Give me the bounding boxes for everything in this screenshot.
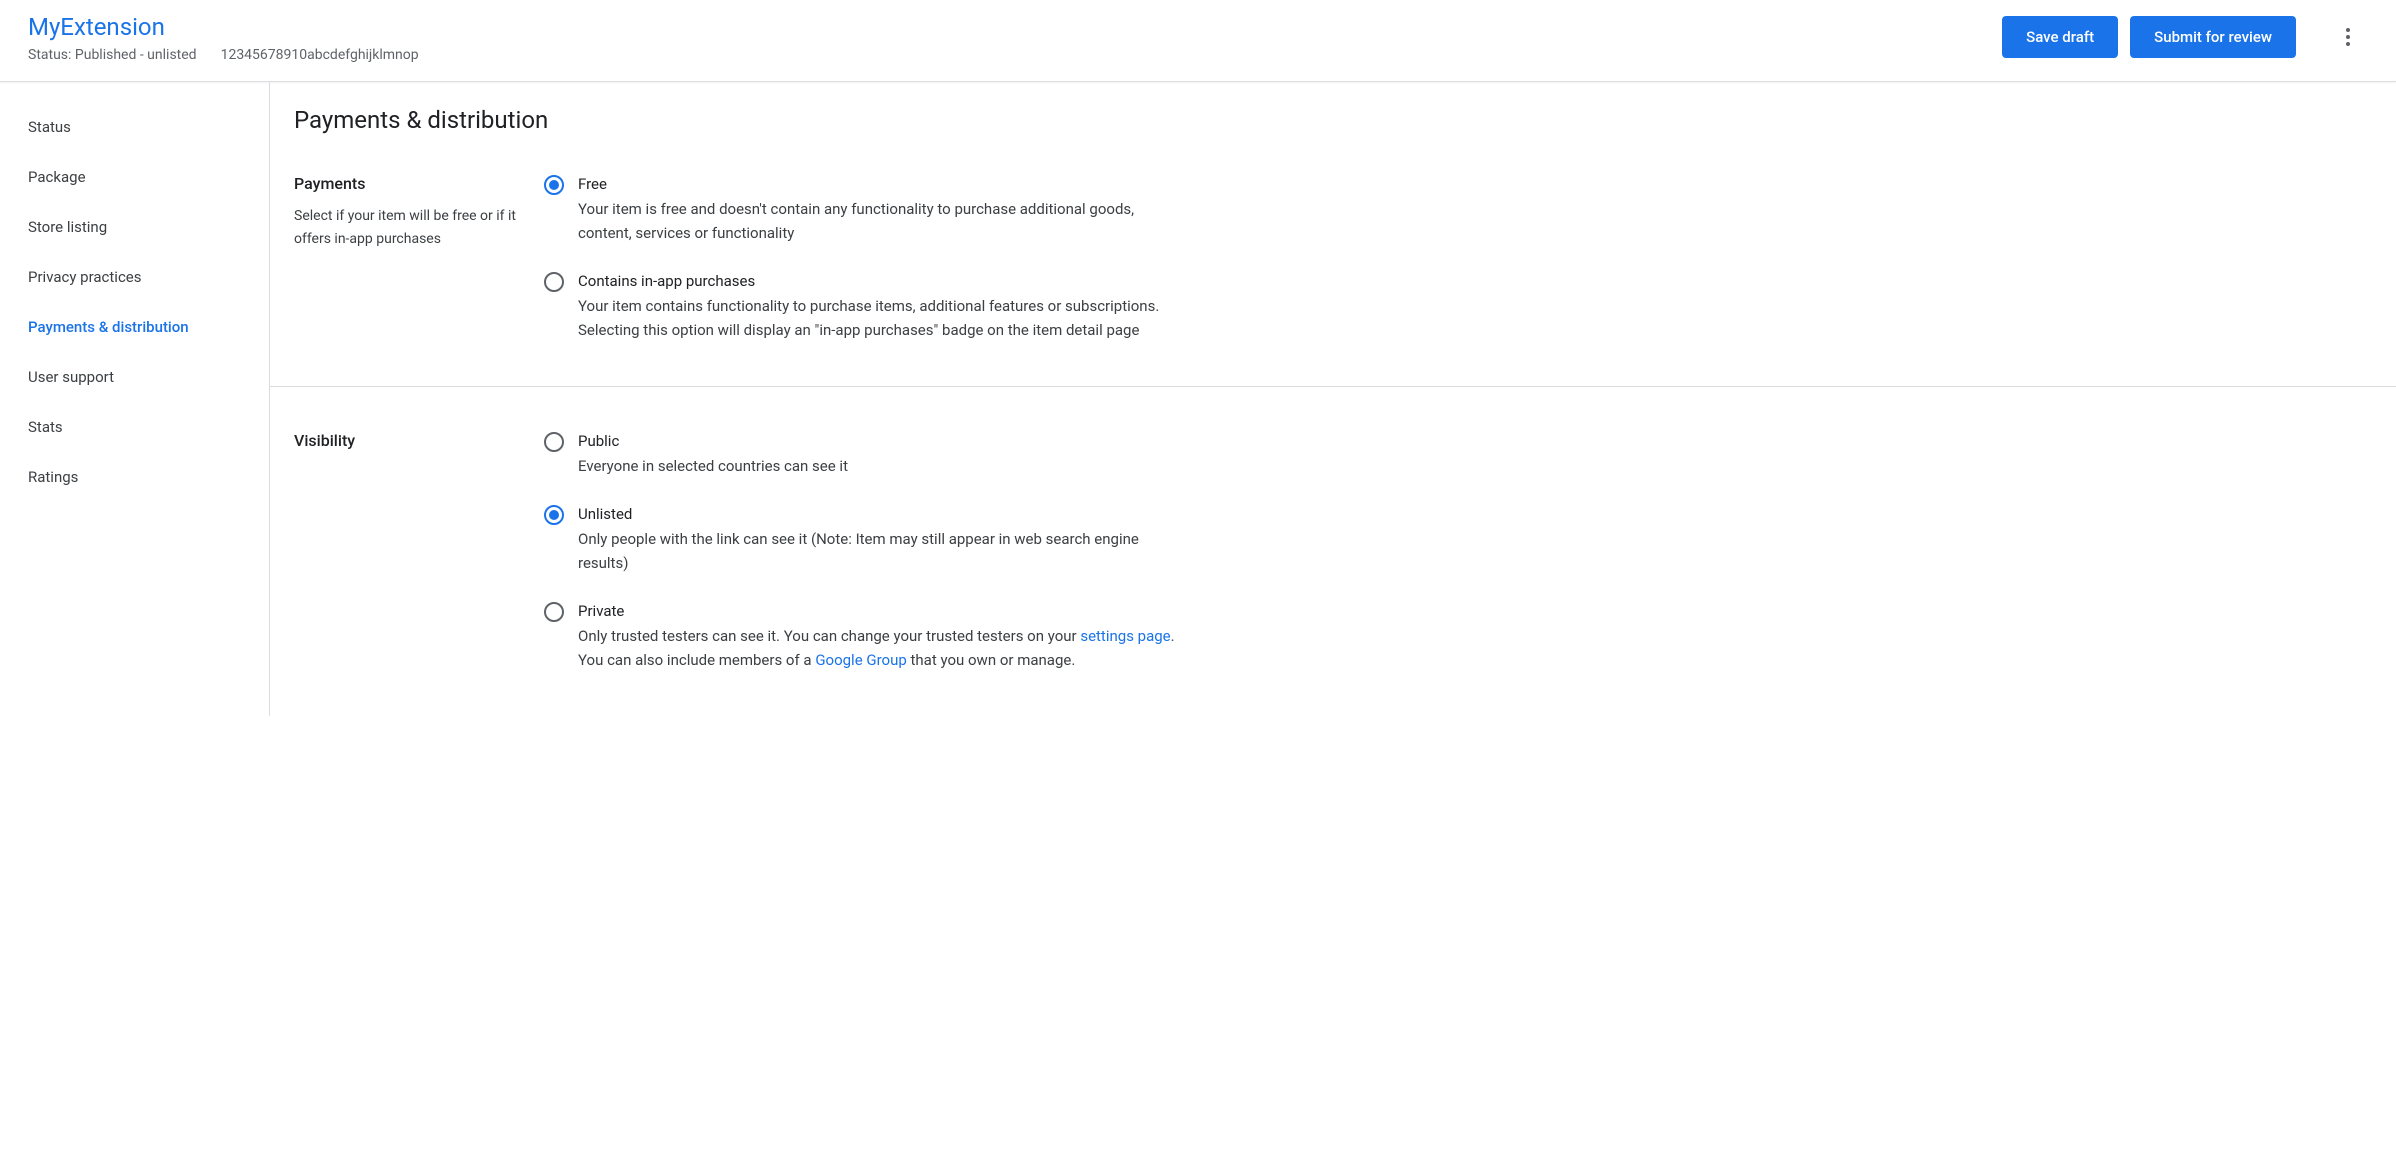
sidebar-item-stats[interactable]: Stats xyxy=(0,402,269,452)
radio-input[interactable] xyxy=(544,175,564,195)
sidebar: Status Package Store listing Privacy pra… xyxy=(0,82,270,716)
desc-text: Only trusted testers can see it. You can… xyxy=(578,627,1080,645)
main-content: Payments & distribution Payments Select … xyxy=(270,82,2396,716)
radio-input[interactable] xyxy=(544,602,564,622)
radio-label: Free xyxy=(578,174,1184,195)
visibility-heading: Visibility xyxy=(294,431,524,450)
visibility-options: Public Everyone in selected countries ca… xyxy=(544,431,1184,672)
sidebar-item-payments-distribution[interactable]: Payments & distribution xyxy=(0,302,269,352)
header-left: MyExtension Status: Published - unlisted… xyxy=(28,12,419,63)
radio-label: Contains in-app purchases xyxy=(578,271,1184,292)
header-actions: Save draft Submit for review xyxy=(2002,12,2368,58)
radio-description: Only people with the link can see it (No… xyxy=(578,527,1184,575)
radio-label: Private xyxy=(578,601,1184,622)
visibility-option-private[interactable]: Private Only trusted testers can see it.… xyxy=(544,601,1184,672)
visibility-option-unlisted[interactable]: Unlisted Only people with the link can s… xyxy=(544,504,1184,575)
desc-text: You can also include members of a xyxy=(578,651,815,669)
sidebar-item-user-support[interactable]: User support xyxy=(0,352,269,402)
radio-content: Private Only trusted testers can see it.… xyxy=(578,601,1184,672)
sidebar-item-ratings[interactable]: Ratings xyxy=(0,452,269,502)
radio-content: Contains in-app purchases Your item cont… xyxy=(578,271,1184,342)
radio-content: Unlisted Only people with the link can s… xyxy=(578,504,1184,575)
radio-input[interactable] xyxy=(544,505,564,525)
more-menu-button[interactable] xyxy=(2328,17,2368,57)
payment-option-iap[interactable]: Contains in-app purchases Your item cont… xyxy=(544,271,1184,342)
visibility-option-public[interactable]: Public Everyone in selected countries ca… xyxy=(544,431,1184,478)
desc-text: . xyxy=(1171,627,1175,645)
page-title: Payments & distribution xyxy=(270,82,2396,174)
radio-input[interactable] xyxy=(544,432,564,452)
status-text: Status: Published - unlisted xyxy=(28,47,197,63)
payment-option-free[interactable]: Free Your item is free and doesn't conta… xyxy=(544,174,1184,245)
item-id: 12345678910abcdefghijklmnop xyxy=(221,47,419,63)
radio-content: Public Everyone in selected countries ca… xyxy=(578,431,1184,478)
radio-input[interactable] xyxy=(544,272,564,292)
app-title[interactable]: MyExtension xyxy=(28,12,419,43)
radio-description: Your item contains functionality to purc… xyxy=(578,294,1184,342)
radio-label: Unlisted xyxy=(578,504,1184,525)
header: MyExtension Status: Published - unlisted… xyxy=(0,0,2396,82)
payments-heading: Payments xyxy=(294,174,524,193)
body: Status Package Store listing Privacy pra… xyxy=(0,82,2396,716)
google-group-link[interactable]: Google Group xyxy=(815,651,906,669)
section-header: Visibility xyxy=(294,431,544,672)
sidebar-item-privacy-practices[interactable]: Privacy practices xyxy=(0,252,269,302)
visibility-section: Visibility Public Everyone in selected c… xyxy=(270,387,2396,716)
save-draft-button[interactable]: Save draft xyxy=(2002,16,2118,58)
radio-description: Your item is free and doesn't contain an… xyxy=(578,197,1184,245)
radio-content: Free Your item is free and doesn't conta… xyxy=(578,174,1184,245)
desc-text: that you own or manage. xyxy=(907,651,1076,669)
radio-description: Everyone in selected countries can see i… xyxy=(578,454,1184,478)
submit-review-button[interactable]: Submit for review xyxy=(2130,16,2296,58)
radio-description: Only trusted testers can see it. You can… xyxy=(578,624,1184,672)
more-vert-icon xyxy=(2346,28,2350,46)
radio-label: Public xyxy=(578,431,1184,452)
sidebar-item-status[interactable]: Status xyxy=(0,102,269,152)
settings-page-link[interactable]: settings page xyxy=(1080,627,1170,645)
section-header: Payments Select if your item will be fre… xyxy=(294,174,544,342)
sidebar-item-package[interactable]: Package xyxy=(0,152,269,202)
payments-options: Free Your item is free and doesn't conta… xyxy=(544,174,1184,342)
header-meta: Status: Published - unlisted 12345678910… xyxy=(28,47,419,63)
sidebar-item-store-listing[interactable]: Store listing xyxy=(0,202,269,252)
payments-section: Payments Select if your item will be fre… xyxy=(270,174,2396,387)
payments-description: Select if your item will be free or if i… xyxy=(294,205,524,250)
